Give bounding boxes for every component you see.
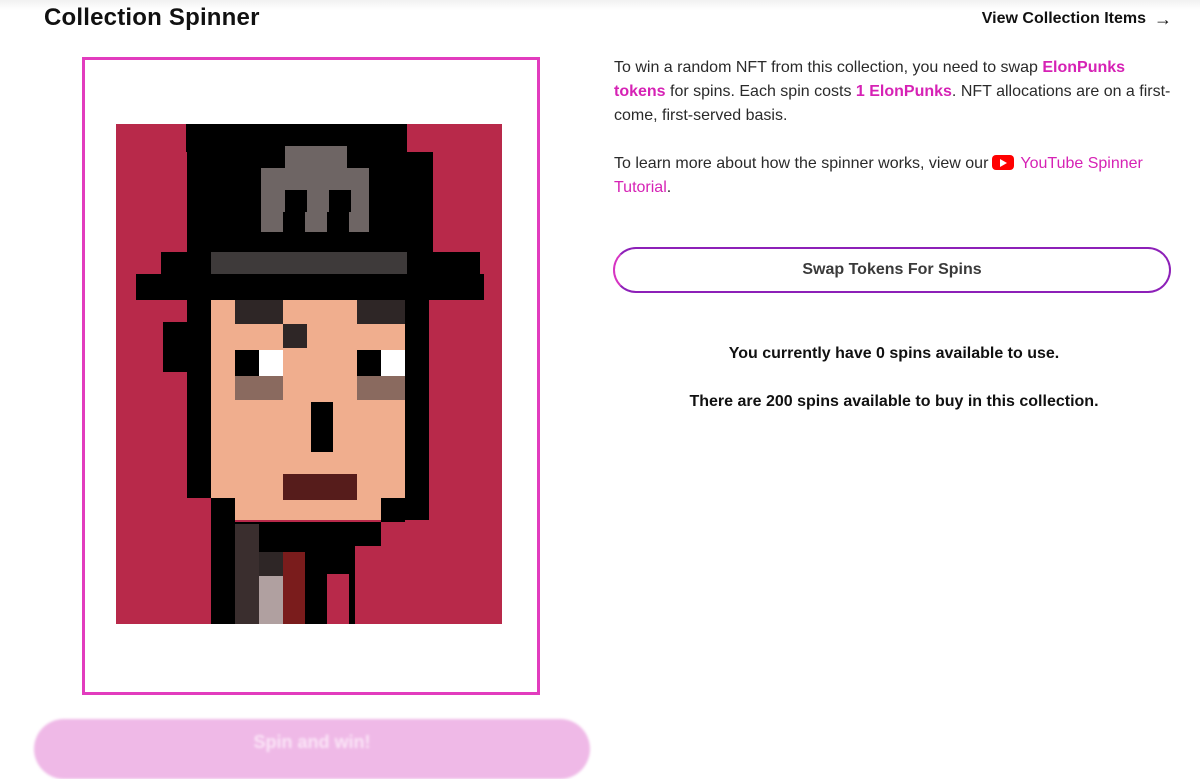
learn-text: To learn more about how the spinner work… bbox=[614, 155, 989, 172]
view-collection-items-link[interactable]: View Collection Items → bbox=[982, 10, 1172, 28]
learn-paragraph: To learn more about how the spinner work… bbox=[614, 152, 1174, 200]
intro-mid-text: for spins. Each spin costs bbox=[665, 83, 856, 100]
nft-punk-image bbox=[116, 124, 502, 624]
page-title: Collection Spinner bbox=[44, 4, 260, 31]
intro-text: To win a random NFT from this collection… bbox=[614, 59, 1038, 76]
spins-to-buy-text: There are 200 spins available to buy in … bbox=[689, 393, 1099, 410]
spins-available-text: You currently have 0 spins available to … bbox=[728, 345, 1060, 362]
nft-image-frame bbox=[82, 57, 540, 695]
arrow-right-icon: → bbox=[1154, 9, 1172, 29]
learn-suffix: . bbox=[666, 179, 672, 196]
spinner-info: To win a random NFT from this collection… bbox=[614, 56, 1174, 224]
spin-cost: 1 ElonPunks bbox=[855, 83, 952, 100]
swap-tokens-button[interactable]: Swap Tokens For Spins bbox=[613, 247, 1171, 293]
youtube-icon bbox=[992, 155, 1015, 170]
view-collection-items-label: View Collection Items bbox=[981, 10, 1146, 27]
spin-button[interactable]: Spin and win! bbox=[34, 719, 590, 779]
intro-paragraph: To win a random NFT from this collection… bbox=[614, 56, 1174, 128]
